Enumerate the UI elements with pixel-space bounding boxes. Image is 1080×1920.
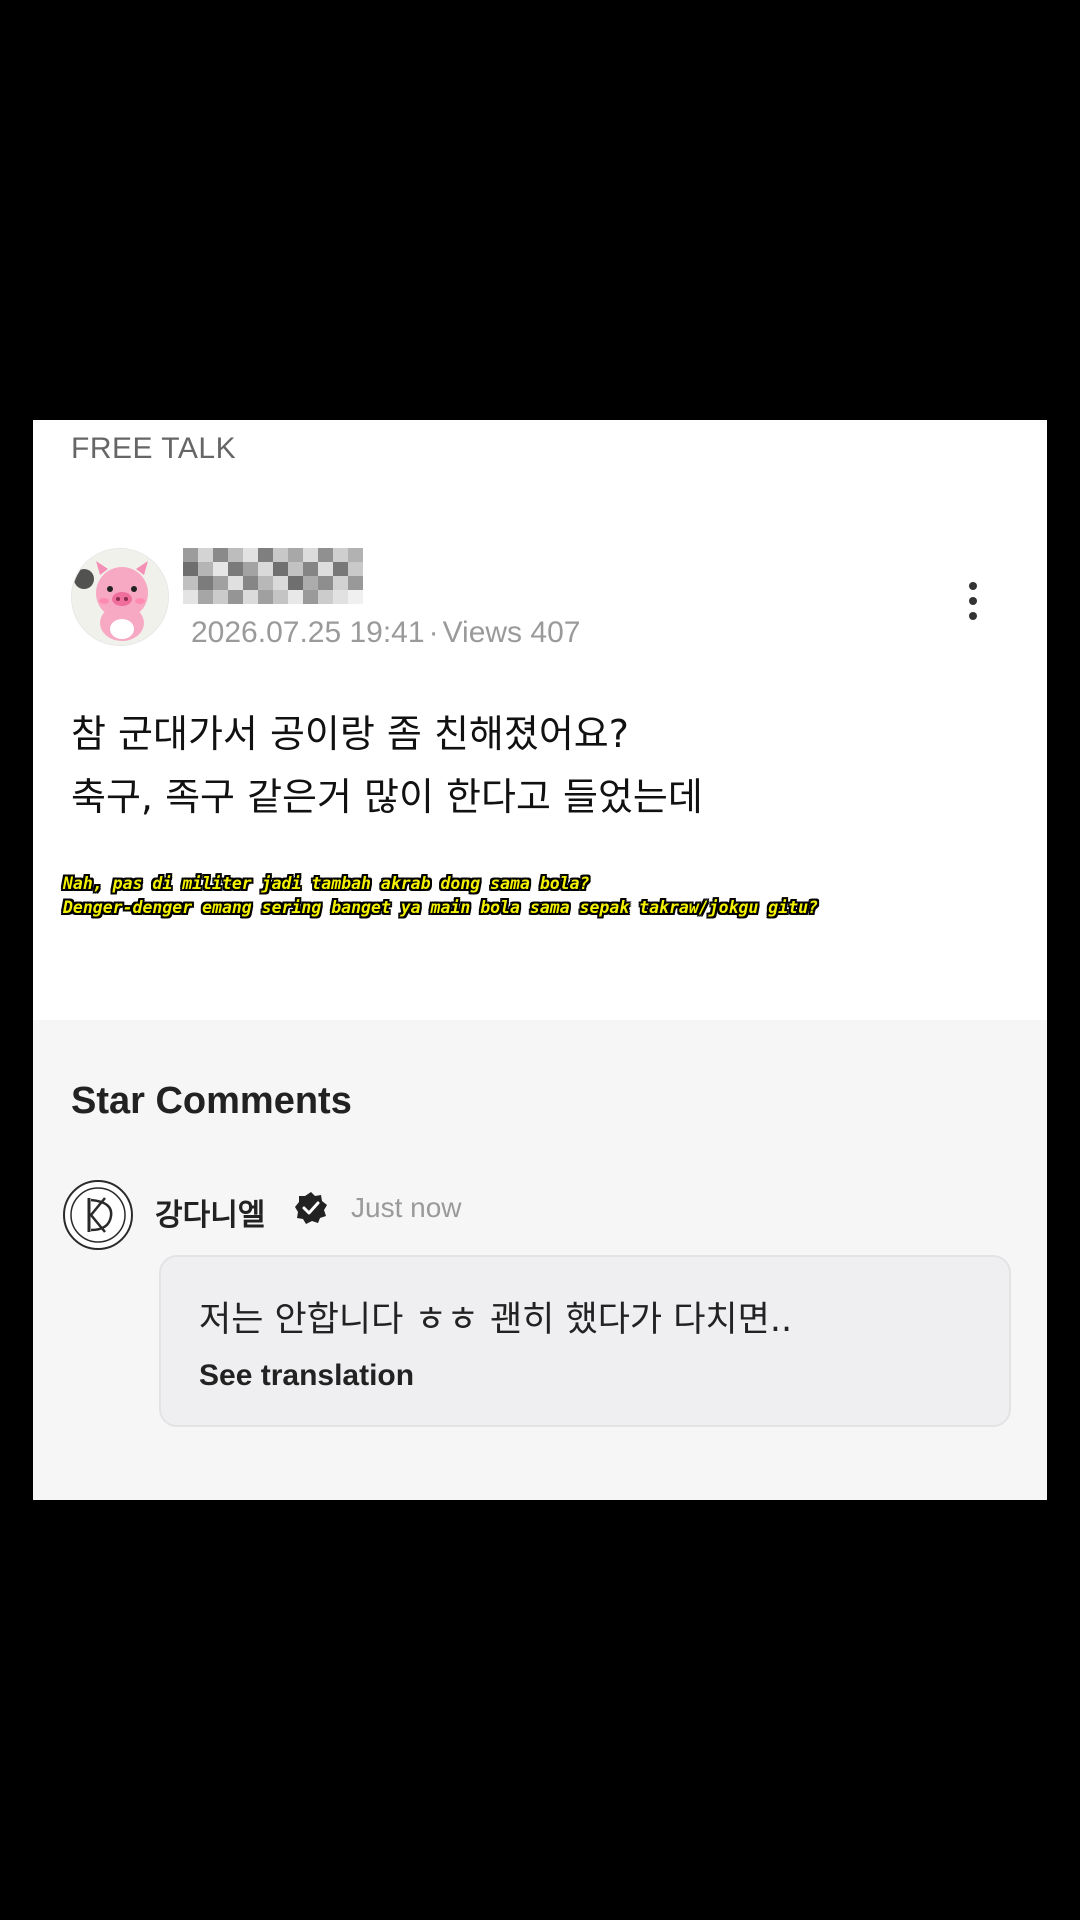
author-avatar[interactable] [71,548,169,646]
post-body: 참 군대가서 공이랑 좀 친해졌어요? 축구, 족구 같은거 많이 한다고 들었… [71,703,703,829]
commenter-avatar[interactable] [63,1180,133,1250]
post-body-line: 참 군대가서 공이랑 좀 친해졌어요? [71,712,629,756]
subtitle-line: Denger-denger emang sering banget ya mai… [63,898,818,917]
subtitle-line: Nah, pas di militer jadi tambah akrab do… [63,874,590,893]
post-section: FREE TALK 2026.07.25 19:41 · Views 407 참… [33,420,1047,1020]
meta-separator: · [428,616,439,649]
mosaic-censor-image [183,548,363,604]
kd-logo-icon [70,1187,126,1243]
pig-avatar-image [72,549,168,645]
post-date: 2026.07.25 19:41 [191,616,425,649]
star-comments-section: Star Comments 강다니엘 Just now 저는 안합니다 ㅎㅎ 괜… [33,1020,1047,1500]
comment-time: Just now [351,1192,462,1223]
comments-title: Star Comments [71,1080,352,1122]
see-translation-button[interactable]: See translation [199,1359,414,1393]
view-count: Views 407 [442,616,581,649]
more-vertical-icon [963,582,983,620]
verified-badge-icon [293,1190,329,1226]
post-body-line: 축구, 족구 같은거 많이 한다고 들었는데 [71,775,703,819]
board-label[interactable]: FREE TALK [71,432,236,466]
more-options-button[interactable] [963,582,983,626]
blurred-username[interactable] [183,548,363,604]
post-card: FREE TALK 2026.07.25 19:41 · Views 407 참… [33,420,1047,1500]
comment-text: 저는 안합니다 ㅎㅎ 괜히 했다가 다치면.. [199,1300,793,1340]
translation-subtitle: Nah, pas di militer jadi tambah akrab do… [63,872,1043,920]
post-meta: 2026.07.25 19:41 · Views 407 [191,616,580,650]
commenter-name[interactable]: 강다니엘 [155,1190,265,1234]
comment-bubble: 저는 안합니다 ㅎㅎ 괜히 했다가 다치면.. See translation [159,1255,1011,1427]
